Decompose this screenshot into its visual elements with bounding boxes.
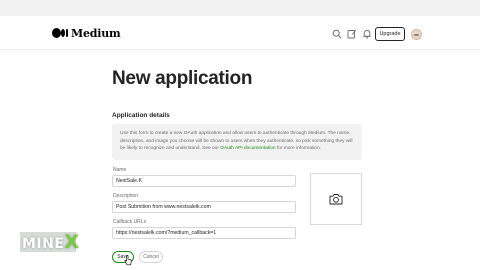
callback-label: Callback URLs [113,219,147,225]
section-title: Application details [112,112,170,119]
hand-cursor-icon [124,255,132,266]
browser-top-strip [0,0,480,16]
page-title: New application [112,68,253,89]
callback-url-field[interactable]: https://nestsalelk.com/?medium_callback=… [112,227,296,239]
medium-logo[interactable]: Medium [52,26,121,40]
brand-name: Medium [71,26,121,40]
watermark-accent: X [64,231,80,253]
medium-logo-icon [52,28,68,38]
camera-icon [329,194,343,205]
info-text-suffix: for more information. [275,146,322,151]
name-field[interactable]: NestSale.K [112,175,296,187]
write-icon[interactable] [347,29,357,39]
description-field[interactable]: Post Submition from www.nestsalelk.com [112,201,296,213]
oauth-docs-link[interactable]: OAuth API documentation [220,146,275,151]
search-icon[interactable] [332,29,342,39]
upgrade-button[interactable]: Upgrade [375,27,405,41]
watermark-logo: MINEX [22,231,80,253]
image-upload-box[interactable] [310,173,362,225]
avatar[interactable] [411,29,422,40]
name-label: Name [113,167,127,173]
watermark-text: MINE [22,236,65,252]
notifications-icon[interactable] [362,29,372,39]
cancel-button[interactable]: Cancel [139,251,163,263]
description-label: Description [113,193,139,199]
info-box: Use this form to create a new OAuth appl… [112,124,362,160]
